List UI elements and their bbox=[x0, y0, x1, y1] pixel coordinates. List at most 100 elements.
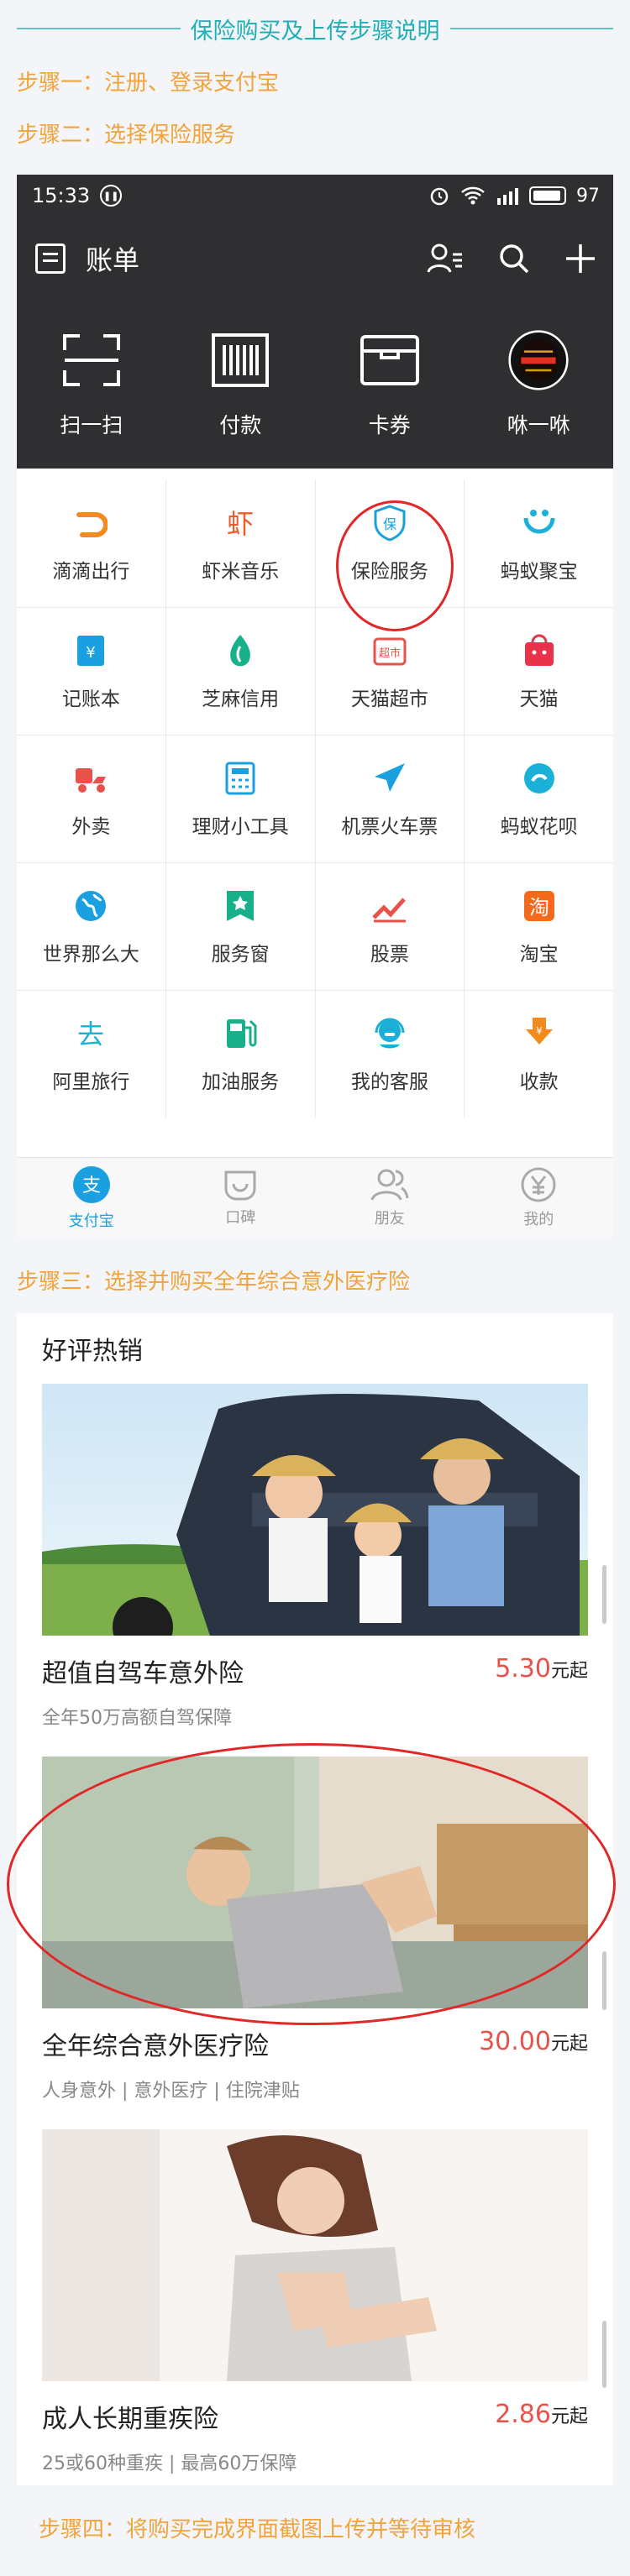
svg-text:虾: 虾 bbox=[227, 508, 254, 540]
wifi-icon bbox=[461, 186, 485, 205]
bill-title[interactable]: 账单 bbox=[86, 239, 139, 278]
service-stock[interactable]: 股票 bbox=[315, 863, 465, 990]
svg-text:¥: ¥ bbox=[87, 644, 96, 662]
scrollbar-thumb[interactable] bbox=[602, 1565, 606, 1624]
tab-friends[interactable]: 朋友 bbox=[315, 1158, 465, 1238]
app-header: 账单 bbox=[17, 217, 613, 301]
step-3-text: 步骤三：选择并购买全年综合意外医疗险 bbox=[17, 1270, 411, 1295]
tab-label: 我的 bbox=[523, 1210, 554, 1228]
service-taobao[interactable]: 淘 淘宝 bbox=[465, 863, 613, 990]
quick-actions: 扫一扫 付款 卡券 咻一咻 bbox=[17, 301, 613, 469]
tab-alipay[interactable]: 支 支付宝 bbox=[17, 1158, 166, 1238]
service-grid: 滴滴出行 虾 虾米音乐 保 保险服务 蚂蚁聚宝 ¥ 记账本 芝麻信用 超市 天猫… bbox=[17, 480, 613, 1118]
service-delivery[interactable]: 外卖 bbox=[17, 736, 165, 862]
service-alitrip[interactable]: 去 阿里旅行 bbox=[17, 991, 165, 1118]
service-globe[interactable]: 世界那么大 bbox=[17, 863, 165, 990]
product-subtitle: 25或60种重疾 | 最高60万保障 bbox=[42, 2453, 297, 2474]
signal-icon bbox=[497, 188, 518, 205]
service-label: 股票 bbox=[370, 943, 409, 966]
bill-icon[interactable] bbox=[35, 243, 66, 274]
tab-label: 口碑 bbox=[225, 1208, 256, 1227]
quick-action-cards[interactable]: 卡券 bbox=[315, 301, 465, 469]
globe-icon bbox=[76, 890, 107, 921]
service-label: 我的客服 bbox=[350, 1071, 428, 1093]
service-ledger[interactable]: ¥ 记账本 bbox=[17, 608, 165, 735]
plus-icon[interactable] bbox=[564, 243, 596, 275]
quick-action-pay[interactable]: 付款 bbox=[166, 301, 316, 469]
service-receive-money[interactable]: ¥ 收款 bbox=[465, 991, 613, 1118]
service-label: 加油服务 bbox=[202, 1071, 280, 1093]
product-subtitle: 人身意外 | 意外医疗 | 住院津贴 bbox=[42, 2081, 300, 2102]
service-label: 天猫超市 bbox=[350, 688, 428, 710]
tmall-market-icon: 超市 bbox=[373, 637, 407, 665]
barcode-icon bbox=[212, 333, 270, 387]
service-customer-service[interactable]: 我的客服 bbox=[315, 991, 465, 1118]
scrollbar-thumb[interactable] bbox=[602, 1951, 606, 2010]
service-huabei[interactable]: 蚂蚁花呗 bbox=[465, 736, 613, 862]
service-label: 蚂蚁聚宝 bbox=[500, 560, 578, 583]
tmall-icon bbox=[524, 634, 554, 666]
service-label: 芝麻信用 bbox=[202, 688, 280, 710]
service-calculator[interactable]: 理财小工具 bbox=[165, 736, 315, 862]
battery-icon bbox=[529, 186, 566, 205]
customer-service-icon bbox=[375, 1018, 405, 1048]
price-value: 5.30 bbox=[495, 1654, 551, 1683]
service-label: 收款 bbox=[519, 1071, 559, 1093]
service-label: 服务窗 bbox=[211, 943, 270, 966]
product-subtitle: 全年50万高额自驾保障 bbox=[42, 1708, 232, 1729]
receive-money-icon: ¥ bbox=[525, 1017, 553, 1045]
service-xiami[interactable]: 虾 虾米音乐 bbox=[165, 480, 315, 607]
step-2-text: 步骤二：选择保险服务 bbox=[17, 123, 236, 148]
product-card-self-drive[interactable]: 超值自驾车意外险 5.30元起 全年50万高额自驾保障 bbox=[42, 1384, 588, 1730]
alitrip-icon: 去 bbox=[77, 1018, 104, 1050]
ledger-icon: ¥ bbox=[77, 635, 105, 666]
tab-label: 支付宝 bbox=[68, 1212, 114, 1230]
service-jubao[interactable]: 蚂蚁聚宝 bbox=[465, 480, 613, 607]
sesame-icon bbox=[230, 634, 250, 666]
plane-icon bbox=[374, 762, 405, 792]
step-1-text: 步骤一：注册、登录支付宝 bbox=[17, 71, 280, 96]
service-label: 外卖 bbox=[71, 815, 111, 838]
service-label: 虾米音乐 bbox=[202, 560, 280, 583]
yen-icon bbox=[521, 1167, 556, 1202]
wallet-icon bbox=[360, 335, 419, 385]
title-divider-left bbox=[17, 28, 181, 29]
service-label: 天猫 bbox=[519, 688, 559, 710]
status-bar: 15:33 ❚❚ 97 bbox=[17, 175, 613, 217]
svg-text:支: 支 bbox=[82, 1175, 101, 1196]
pause-icon: ❚❚ bbox=[100, 185, 123, 207]
quick-action-label: 付款 bbox=[219, 413, 262, 437]
koubei-icon bbox=[224, 1170, 256, 1200]
status-time: 15:33 bbox=[32, 184, 91, 207]
quick-action-xiu[interactable]: 咻一咻 bbox=[465, 301, 614, 469]
service-fuel[interactable]: 加油服务 bbox=[165, 991, 315, 1118]
svg-text:去: 去 bbox=[77, 1018, 104, 1050]
taobao-icon: 淘 bbox=[523, 890, 554, 921]
product-image-family-car bbox=[42, 1384, 588, 1636]
tab-koubei[interactable]: 口碑 bbox=[166, 1158, 316, 1238]
scrollbar-thumb[interactable] bbox=[602, 2321, 606, 2388]
contacts-icon[interactable] bbox=[427, 242, 464, 275]
service-sesame[interactable]: 芝麻信用 bbox=[165, 608, 315, 735]
service-label: 淘宝 bbox=[519, 943, 559, 966]
service-didi[interactable]: 滴滴出行 bbox=[17, 480, 165, 607]
price-value: 2.86 bbox=[495, 2400, 551, 2429]
product-card-critical-illness[interactable]: 成人长期重疾险 2.86元起 25或60种重疾 | 最高60万保障 bbox=[42, 2129, 588, 2475]
quick-action-label: 卡券 bbox=[368, 413, 411, 437]
svg-text:超市: 超市 bbox=[379, 647, 401, 660]
search-icon[interactable] bbox=[497, 242, 531, 275]
delivery-icon bbox=[76, 767, 107, 793]
svg-text:淘: 淘 bbox=[529, 896, 549, 919]
highlight-circle bbox=[336, 500, 454, 631]
huabei-icon bbox=[523, 762, 554, 793]
quick-action-scan[interactable]: 扫一扫 bbox=[17, 301, 166, 469]
tab-me[interactable]: 我的 bbox=[465, 1158, 614, 1238]
service-plane[interactable]: 机票火车票 bbox=[315, 736, 465, 862]
battery-level: 97 bbox=[576, 185, 600, 207]
alipay-icon: 支 bbox=[72, 1165, 110, 1203]
service-window[interactable]: 服务窗 bbox=[165, 863, 315, 990]
xiami-icon: 虾 bbox=[227, 508, 254, 540]
service-window-icon bbox=[227, 890, 255, 921]
page-title: 保险购买及上传步骤说明 bbox=[190, 18, 440, 45]
service-tmall[interactable]: 天猫 bbox=[465, 608, 613, 735]
